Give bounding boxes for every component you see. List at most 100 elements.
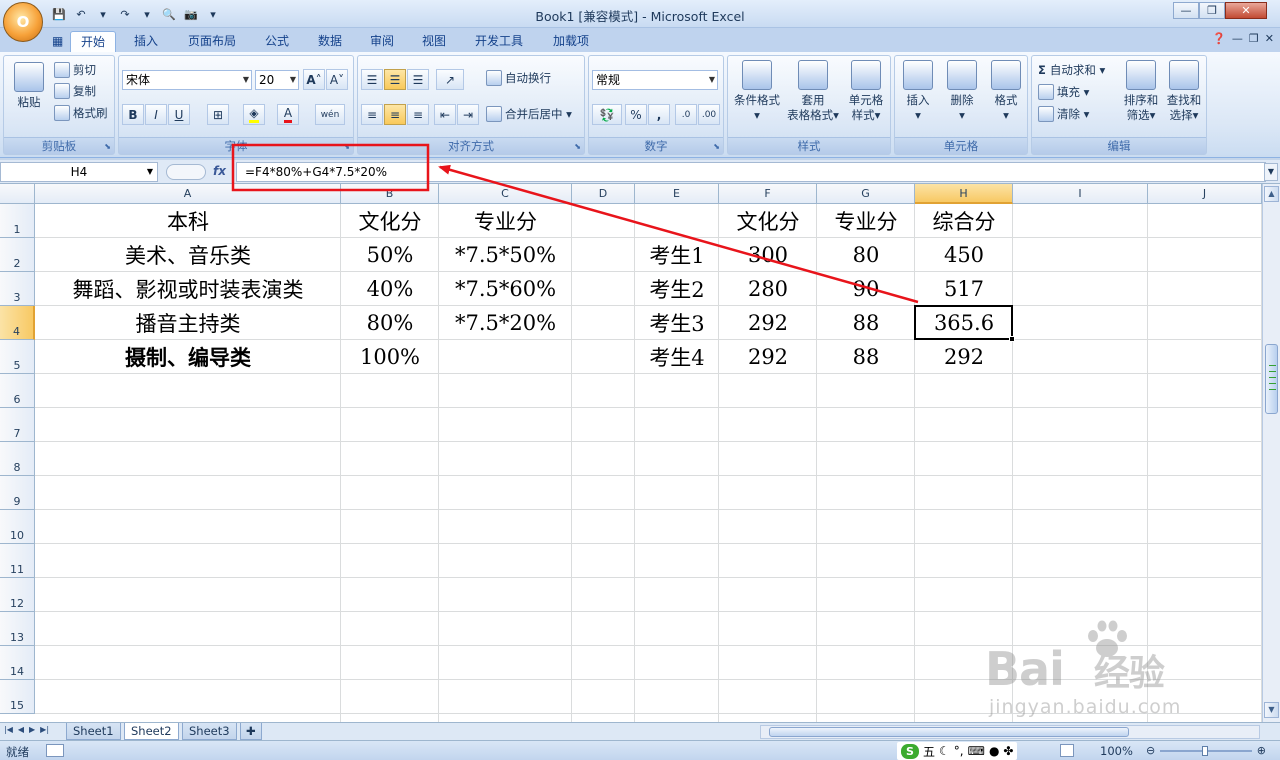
phonetic-button[interactable]: wén: [315, 104, 345, 125]
ribbon-minimize-icon[interactable]: —: [1232, 32, 1243, 45]
help-icon[interactable]: ❓: [1212, 32, 1226, 45]
cell-e4[interactable]: 考生3: [635, 306, 719, 340]
scroll-up-icon[interactable]: ▲: [1264, 186, 1279, 202]
sort-filter-button[interactable]: 排序和 筛选▾: [1120, 60, 1162, 123]
next-sheet-icon[interactable]: ▶: [29, 725, 35, 734]
align-middle-button[interactable]: ☰: [384, 69, 406, 90]
cell-f1[interactable]: 文化分: [719, 204, 817, 238]
col-header-f[interactable]: F: [719, 184, 817, 204]
row-header-11[interactable]: 11: [0, 544, 35, 578]
number-format-combo[interactable]: 常规 ▼: [592, 70, 718, 90]
delete-cells-button[interactable]: 删除 ▾: [941, 60, 983, 123]
clipboard-launcher-icon[interactable]: ⬊: [104, 142, 111, 151]
minimize-icon[interactable]: —: [1173, 2, 1199, 19]
user-icon[interactable]: ●: [989, 744, 999, 758]
col-header-h[interactable]: H: [915, 184, 1013, 204]
hscroll-thumb[interactable]: [769, 727, 1129, 737]
office-button[interactable]: O: [3, 2, 43, 42]
alignment-launcher-icon[interactable]: ⬊: [574, 142, 581, 151]
cell-b1[interactable]: 文化分: [341, 204, 439, 238]
first-sheet-icon[interactable]: |◀: [4, 725, 13, 734]
row-header-10[interactable]: 10: [0, 510, 35, 544]
horizontal-scrollbar[interactable]: [760, 725, 1260, 739]
align-left-button[interactable]: ≡: [361, 104, 383, 125]
cell-g5[interactable]: 88: [817, 340, 915, 374]
font-size-combo[interactable]: 20 ▼: [255, 70, 299, 90]
borders-button[interactable]: ⊞: [207, 104, 229, 125]
cell-h4[interactable]: 365.6: [915, 306, 1013, 340]
cell-c4[interactable]: *7.5*20%: [439, 306, 572, 340]
sheet-tab-2[interactable]: Sheet2: [124, 723, 179, 740]
col-header-g[interactable]: G: [817, 184, 915, 204]
row-header-14[interactable]: 14: [0, 646, 35, 680]
row-header-12[interactable]: 12: [0, 578, 35, 612]
chevron-down-icon[interactable]: ▼: [147, 163, 153, 181]
format-painter-button[interactable]: 格式刷: [54, 105, 108, 121]
cell-h5[interactable]: 292: [915, 340, 1013, 374]
zoom-slider[interactable]: ⊖ ⊕: [1146, 744, 1266, 757]
cell-a2[interactable]: 美术、音乐类: [35, 238, 341, 272]
close-icon[interactable]: ✕: [1225, 2, 1267, 19]
row-header-5[interactable]: 5: [0, 340, 35, 374]
zoom-in-icon[interactable]: ⊕: [1257, 744, 1266, 757]
cell-h2[interactable]: 450: [915, 238, 1013, 272]
col-header-i[interactable]: I: [1013, 184, 1148, 204]
macro-record-icon[interactable]: [46, 744, 64, 757]
tab-data[interactable]: 数据: [308, 31, 352, 52]
align-center-button[interactable]: ≡: [384, 104, 406, 125]
align-right-button[interactable]: ≡: [407, 104, 429, 125]
insert-function-icon[interactable]: fx: [213, 164, 226, 178]
insert-sheet-icon[interactable]: ✚: [240, 723, 262, 740]
cell-f4[interactable]: 292: [719, 306, 817, 340]
increase-indent-button[interactable]: ⇥: [457, 104, 479, 125]
cell-f2[interactable]: 300: [719, 238, 817, 272]
cell-f3[interactable]: 280: [719, 272, 817, 306]
restore-icon[interactable]: ❐: [1199, 2, 1225, 19]
paste-button[interactable]: 粘贴: [8, 62, 50, 110]
tab-view[interactable]: 视图: [412, 31, 456, 52]
punctuation-icon[interactable]: °,: [954, 744, 964, 758]
cell-f5[interactable]: 292: [719, 340, 817, 374]
cell-h1[interactable]: 综合分: [915, 204, 1013, 238]
cell-b2[interactable]: 50%: [341, 238, 439, 272]
row-header-8[interactable]: 8: [0, 442, 35, 476]
merge-center-button[interactable]: 合并后居中 ▾: [486, 106, 572, 122]
align-bottom-button[interactable]: ☰: [407, 69, 429, 90]
insert-cells-button[interactable]: 插入 ▾: [897, 60, 939, 123]
font-name-combo[interactable]: 宋体 ▼: [122, 70, 252, 90]
cell-e3[interactable]: 考生2: [635, 272, 719, 306]
align-top-button[interactable]: ☰: [361, 69, 383, 90]
cut-button[interactable]: 剪切: [54, 62, 96, 78]
scroll-down-icon[interactable]: ▼: [1264, 702, 1279, 718]
cell-a4[interactable]: 播音主持类: [35, 306, 341, 340]
percent-button[interactable]: %: [625, 104, 647, 125]
font-launcher-icon[interactable]: ⬊: [343, 142, 350, 151]
cell-c3[interactable]: *7.5*60%: [439, 272, 572, 306]
row-header-15[interactable]: 15: [0, 680, 35, 714]
prev-sheet-icon[interactable]: ◀: [18, 725, 24, 734]
cell-styles-button[interactable]: 单元格 样式▾: [842, 60, 890, 123]
col-header-c[interactable]: C: [439, 184, 572, 204]
decrease-indent-button[interactable]: ⇤: [434, 104, 456, 125]
conditional-format-button[interactable]: 条件格式 ▾: [730, 60, 784, 123]
format-cells-button[interactable]: 格式 ▾: [985, 60, 1027, 123]
row-header-9[interactable]: 9: [0, 476, 35, 510]
tab-formulas[interactable]: 公式: [255, 31, 299, 52]
expand-formula-icon[interactable]: ▼: [1264, 163, 1278, 181]
cell-a1[interactable]: 本科: [35, 204, 341, 238]
cell-e5[interactable]: 考生4: [635, 340, 719, 374]
ime-mode[interactable]: 五: [923, 743, 935, 760]
sogou-ime-icon[interactable]: S: [901, 743, 919, 759]
orientation-button[interactable]: ↗: [436, 69, 464, 90]
keyboard-icon[interactable]: ⌨: [968, 744, 985, 758]
row-header-6[interactable]: 6: [0, 374, 35, 408]
tab-developer[interactable]: 开发工具: [465, 31, 533, 52]
number-launcher-icon[interactable]: ⬊: [713, 142, 720, 151]
row-header-4[interactable]: 4: [0, 306, 35, 340]
scroll-thumb[interactable]: [1265, 344, 1278, 414]
row-header-7[interactable]: 7: [0, 408, 35, 442]
cell-g3[interactable]: 90: [817, 272, 915, 306]
cell-b5[interactable]: 100%: [341, 340, 439, 374]
moon-icon[interactable]: ☾: [939, 744, 950, 758]
zoom-level[interactable]: 100%: [1100, 744, 1133, 758]
